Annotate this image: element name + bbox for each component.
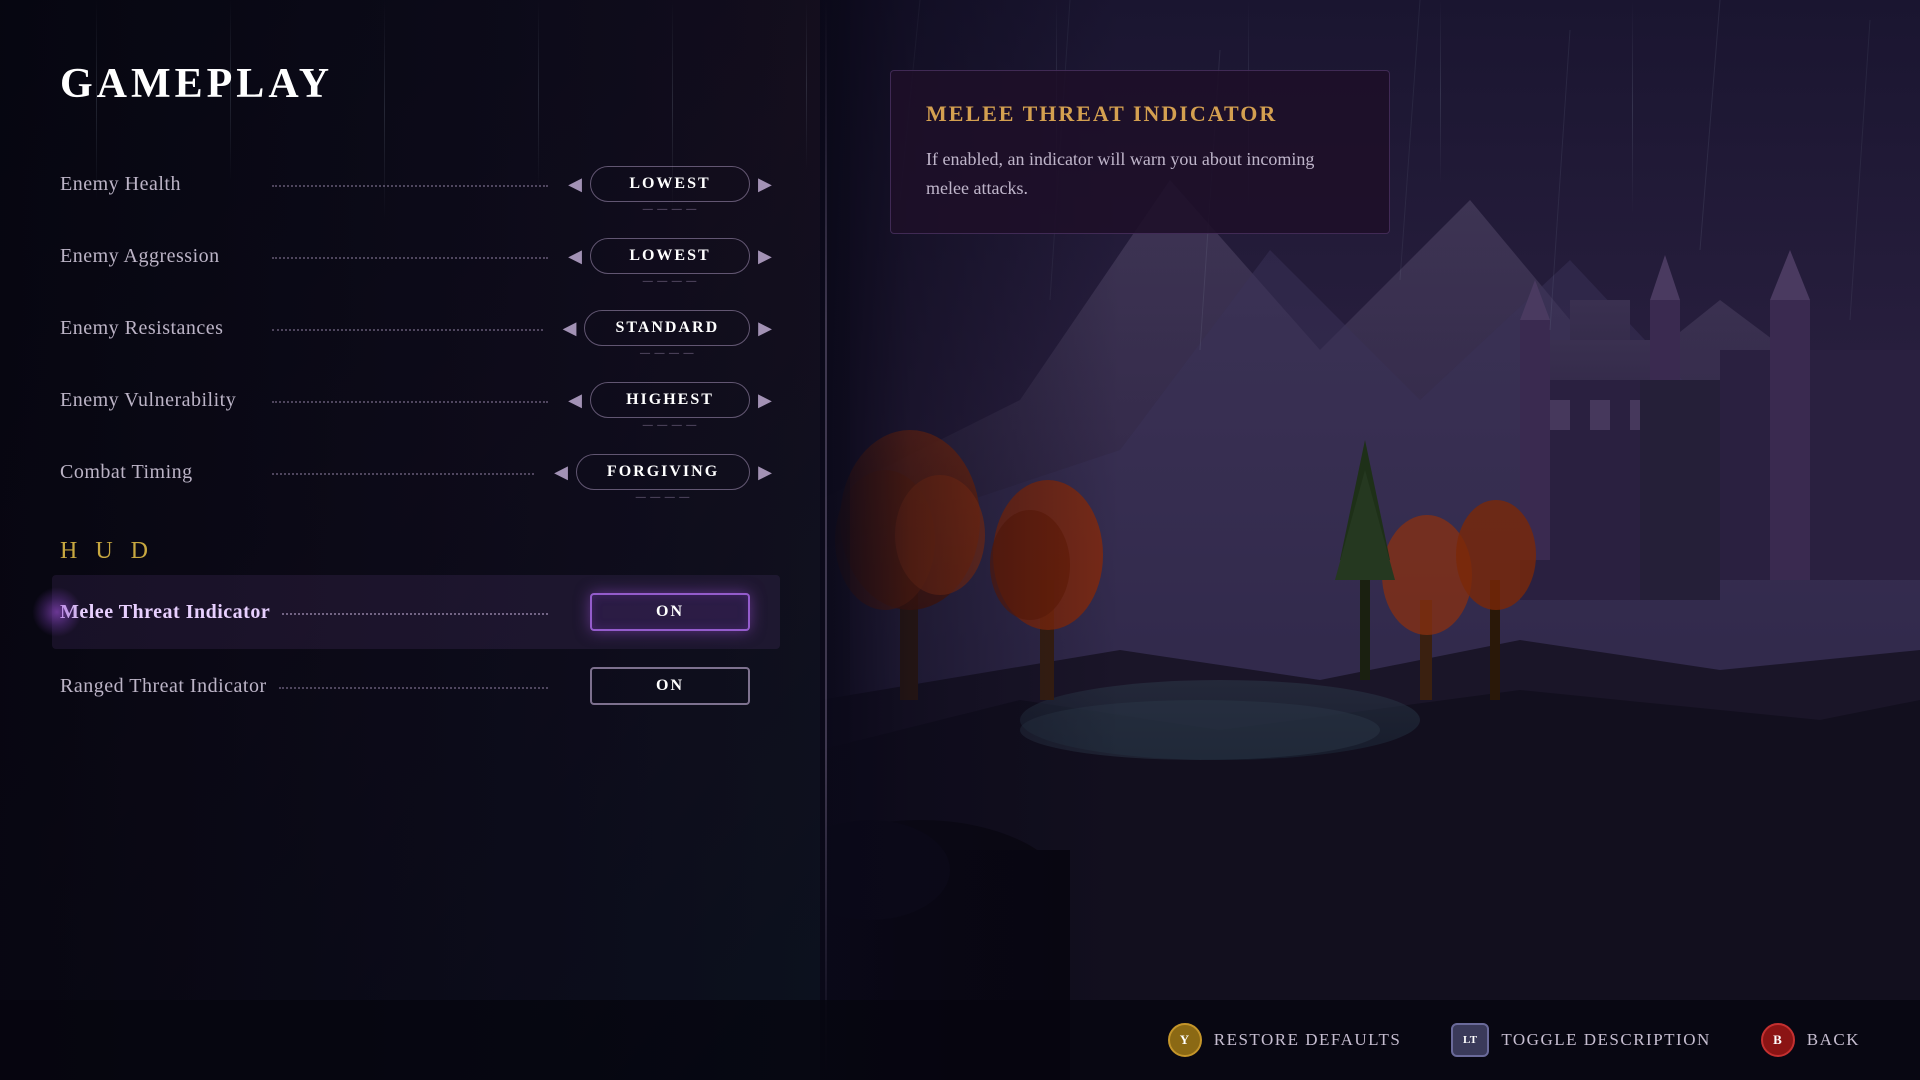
combat-timing-right-arrow[interactable]: ▶ <box>750 460 780 485</box>
enemy-aggression-value: LOWEST <box>590 238 750 274</box>
setting-row-enemy-resistances[interactable]: Enemy Resistances ◀ STANDARD ▶ <box>60 292 780 364</box>
setting-row-enemy-health[interactable]: Enemy Health ◀ LOWEST ▶ <box>60 148 780 220</box>
enemy-vulnerability-selector[interactable]: ◀ HIGHEST ▶ <box>560 382 780 418</box>
dots-enemy-resistances <box>272 329 543 331</box>
restore-defaults-action[interactable]: Y RESTORE DEFAULTS <box>1168 1023 1402 1057</box>
enemy-resistances-selector[interactable]: ◀ STANDARD ▶ <box>555 310 780 346</box>
enemy-aggression-left-arrow[interactable]: ◀ <box>560 244 590 269</box>
hud-section-header: H U D <box>60 508 780 575</box>
back-label: BACK <box>1807 1030 1860 1050</box>
setting-row-enemy-aggression[interactable]: Enemy Aggression ◀ LOWEST ▶ <box>60 220 780 292</box>
dots-enemy-health <box>272 185 548 187</box>
enemy-aggression-label: Enemy Aggression <box>60 245 260 268</box>
dots-melee-threat <box>282 613 548 615</box>
lt-button[interactable]: LT <box>1451 1023 1489 1057</box>
enemy-vulnerability-left-arrow[interactable]: ◀ <box>560 388 590 413</box>
enemy-health-left-arrow[interactable]: ◀ <box>560 172 590 197</box>
melee-threat-value[interactable]: ON <box>590 593 750 631</box>
enemy-resistances-left-arrow[interactable]: ◀ <box>555 316 585 341</box>
ranged-threat-value[interactable]: ON <box>590 667 750 705</box>
enemy-health-selector[interactable]: ◀ LOWEST ▶ <box>560 166 780 202</box>
setting-row-melee-threat[interactable]: Melee Threat Indicator ON <box>52 575 780 649</box>
left-panel: GAMEPLAY Enemy Health ◀ LOWEST ▶ Enemy A… <box>0 0 830 1080</box>
ranged-threat-label: Ranged Threat Indicator <box>60 675 267 698</box>
dots-combat-timing <box>272 473 534 475</box>
enemy-resistances-label: Enemy Resistances <box>60 317 260 340</box>
y-button[interactable]: Y <box>1168 1023 1202 1057</box>
setting-row-enemy-vulnerability[interactable]: Enemy Vulnerability ◀ HIGHEST ▶ <box>60 364 780 436</box>
combat-timing-label: Combat Timing <box>60 461 260 484</box>
enemy-aggression-right-arrow[interactable]: ▶ <box>750 244 780 269</box>
b-button[interactable]: B <box>1761 1023 1795 1057</box>
description-box: MELEE THREAT INDICATOR If enabled, an in… <box>890 70 1390 234</box>
enemy-resistances-value: STANDARD <box>584 310 750 346</box>
toggle-description-label: TOGGLE DESCRIPTION <box>1501 1030 1710 1050</box>
settings-list: Enemy Health ◀ LOWEST ▶ Enemy Aggression… <box>60 148 780 723</box>
enemy-vulnerability-right-arrow[interactable]: ▶ <box>750 388 780 413</box>
combat-timing-left-arrow[interactable]: ◀ <box>546 460 576 485</box>
right-panel: MELEE THREAT INDICATOR If enabled, an in… <box>830 0 1920 1080</box>
combat-timing-value: FORGIVING <box>576 454 750 490</box>
dots-enemy-aggression <box>272 257 548 259</box>
dots-enemy-vulnerability <box>272 401 548 403</box>
enemy-vulnerability-label: Enemy Vulnerability <box>60 389 260 412</box>
setting-row-combat-timing[interactable]: Combat Timing ◀ FORGIVING ▶ <box>60 436 780 508</box>
enemy-health-right-arrow[interactable]: ▶ <box>750 172 780 197</box>
dots-ranged-threat <box>279 687 548 689</box>
enemy-aggression-selector[interactable]: ◀ LOWEST ▶ <box>560 238 780 274</box>
enemy-resistances-right-arrow[interactable]: ▶ <box>750 316 780 341</box>
toggle-description-action[interactable]: LT TOGGLE DESCRIPTION <box>1451 1023 1710 1057</box>
main-content: GAMEPLAY Enemy Health ◀ LOWEST ▶ Enemy A… <box>0 0 1920 1080</box>
enemy-health-label: Enemy Health <box>60 173 260 196</box>
bottom-bar: Y RESTORE DEFAULTS LT TOGGLE DESCRIPTION… <box>0 1000 1920 1080</box>
restore-defaults-label: RESTORE DEFAULTS <box>1214 1030 1402 1050</box>
description-title: MELEE THREAT INDICATOR <box>926 101 1354 127</box>
setting-row-ranged-threat[interactable]: Ranged Threat Indicator ON <box>60 649 780 723</box>
melee-threat-label: Melee Threat Indicator <box>60 601 270 624</box>
melee-threat-toggle[interactable]: ON <box>560 593 780 631</box>
panel-divider <box>825 0 827 1080</box>
enemy-health-value: LOWEST <box>590 166 750 202</box>
enemy-vulnerability-value: HIGHEST <box>590 382 750 418</box>
description-text: If enabled, an indicator will warn you a… <box>926 145 1354 203</box>
page-title: GAMEPLAY <box>60 60 780 108</box>
ranged-threat-toggle[interactable]: ON <box>560 667 780 705</box>
combat-timing-selector[interactable]: ◀ FORGIVING ▶ <box>546 454 780 490</box>
back-action[interactable]: B BACK <box>1761 1023 1860 1057</box>
